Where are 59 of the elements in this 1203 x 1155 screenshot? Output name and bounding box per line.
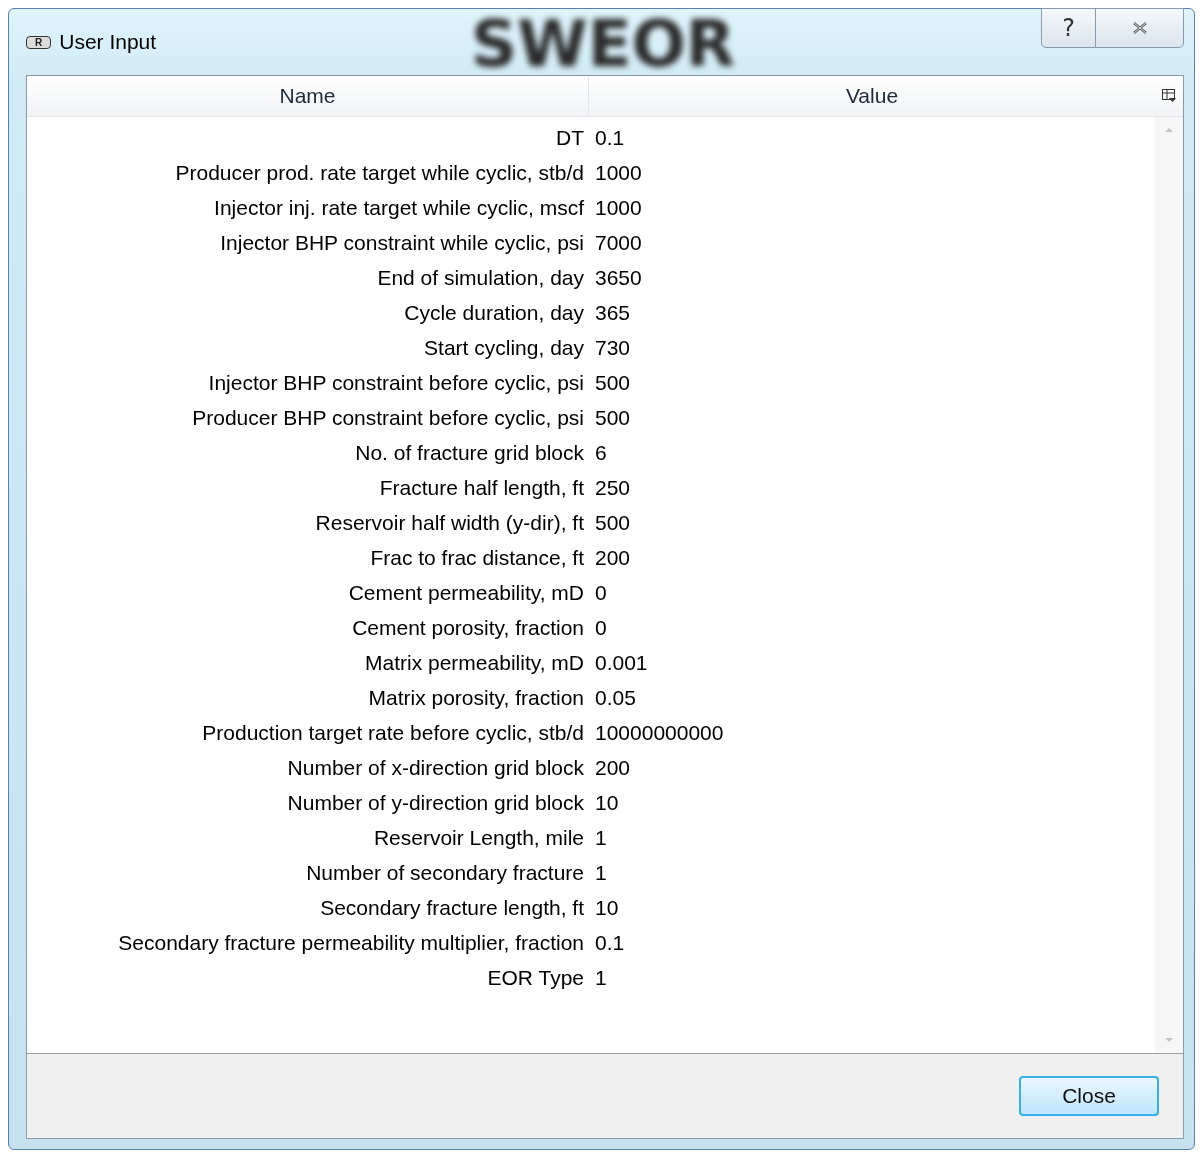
- table-cell-text: Producer prod. rate target while cyclic, stb/d: [174, 160, 584, 185]
- table-cell: 0.001: [595, 650, 648, 675]
- table-cell: 200: [595, 755, 631, 780]
- table-cell-text: Cement permeability, mD: [347, 580, 584, 605]
- column-header[interactable]: Name: [27, 76, 589, 116]
- scroll-down-icon[interactable]: [1164, 1037, 1174, 1043]
- table-cell-text: Injector BHP constraint before cyclic, psi: [207, 370, 584, 395]
- table-cell: 1: [595, 965, 607, 990]
- table-cell: 500: [595, 405, 631, 430]
- table-cell-text: Secondary fracture permeability multiplier, fraction: [117, 930, 584, 955]
- close-button[interactable]: [1096, 8, 1184, 48]
- column-chooser-icon[interactable]: [1161, 88, 1177, 104]
- table-cell: 0: [595, 615, 607, 640]
- table-cell: 10: [595, 790, 619, 815]
- table-cell-text: Reservoir half width (y-dir), ft: [314, 510, 584, 535]
- table-cell: 250: [595, 475, 631, 500]
- table-cell-text: Production target rate before cyclic, stb/d: [201, 720, 584, 745]
- table-cell-text: Producer BHP constraint before cyclic, psi: [191, 405, 584, 430]
- table-cell: 730: [595, 335, 631, 360]
- table-cell-text: Number of x-direction grid block: [286, 755, 584, 780]
- table-cell: 0: [595, 580, 607, 605]
- table-cell-text: Frac to frac distance, ft: [369, 545, 584, 570]
- app-badge: R: [26, 35, 52, 49]
- close-dialog-button[interactable]: Close: [1019, 1076, 1159, 1116]
- table-cell: 1: [595, 825, 607, 850]
- help-button[interactable]: ?: [1041, 8, 1096, 48]
- table-cell-text: Number of secondary fracture: [305, 860, 584, 885]
- table-cell: 1: [595, 860, 607, 885]
- table-cell-text: Fracture half length, ft: [378, 475, 584, 500]
- table-cell-text: Matrix porosity, fraction: [367, 685, 584, 710]
- table-cell: 200: [595, 545, 631, 570]
- table-cell: 10: [595, 895, 619, 920]
- table-cell: 1000: [595, 160, 642, 185]
- table-cell-text: Reservoir Length, mile: [372, 825, 584, 850]
- table-cell: 1000: [595, 195, 642, 220]
- table-cell: 500: [595, 370, 631, 395]
- scroll-up-icon[interactable]: [1164, 127, 1174, 133]
- table-cell-text: No. of fracture grid block: [354, 440, 584, 465]
- table-cell: 365: [595, 300, 631, 325]
- table-cell: 0.05: [595, 685, 636, 710]
- table-cell-text: Matrix permeability, mD: [364, 650, 584, 675]
- table-cell-text: Secondary fracture length, ft: [319, 895, 584, 920]
- table-cell: 3650: [595, 265, 642, 290]
- table-cell-text: EOR Type: [486, 965, 584, 990]
- table-cell-text: Cycle duration, day: [403, 300, 584, 325]
- window-title: User Input: [59, 30, 157, 54]
- table-cell-text: Number of y-direction grid block: [286, 790, 584, 815]
- table-cell-text: Injector inj. rate target while cyclic, mscf: [213, 195, 584, 220]
- table-cell: 10000000000: [595, 720, 724, 745]
- table-cell: 0.1: [595, 930, 625, 955]
- table-cell: 7000: [595, 230, 642, 255]
- table-cell-text: End of simulation, day: [376, 265, 584, 290]
- table-cell-text: Injector BHP constraint while cyclic, psi: [219, 230, 584, 255]
- table-cell-text: DT: [555, 125, 584, 150]
- table-cell: 0.1: [595, 125, 625, 150]
- table-cell: 500: [595, 510, 631, 535]
- table-cell-text: Start cycling, day: [423, 335, 584, 360]
- table-cell-text: Cement porosity, fraction: [351, 615, 584, 640]
- table-cell: 6: [595, 440, 607, 465]
